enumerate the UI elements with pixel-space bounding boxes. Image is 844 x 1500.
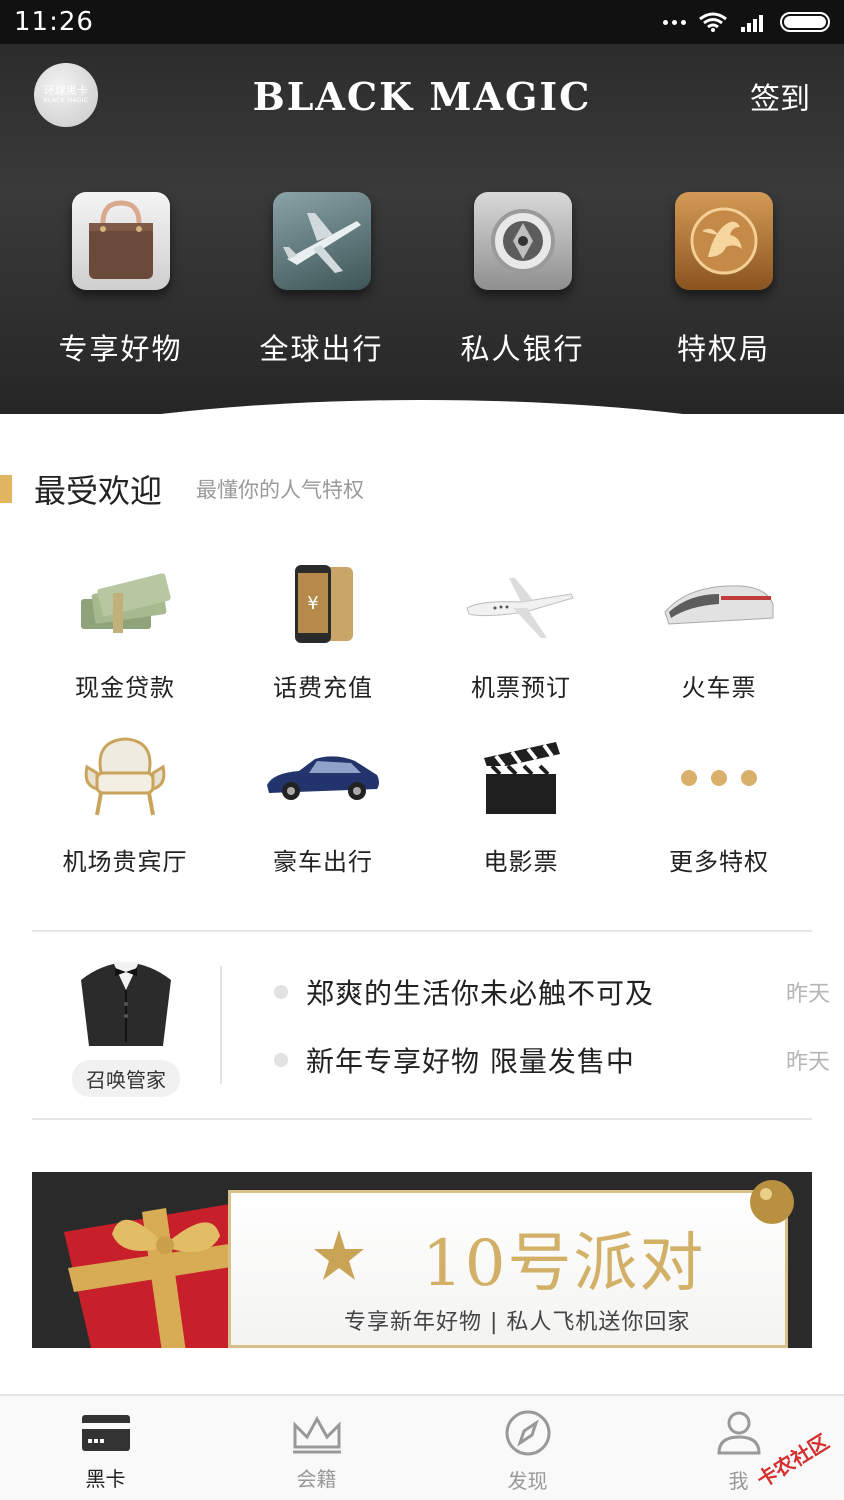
tab-label: 会籍: [296, 1466, 337, 1491]
grid-item-label: 机票预订: [471, 674, 571, 702]
grid-item-luxury-car[interactable]: 豪车出行: [224, 730, 422, 882]
clapperboard-icon: [461, 730, 581, 826]
jet-icon: [461, 556, 581, 652]
grid-item-label: 电影票: [483, 848, 559, 876]
category-global-travel[interactable]: 全球出行: [221, 192, 422, 368]
banner-title: 10号派对: [422, 1227, 706, 1301]
grid-item-label: 豪车出行: [273, 848, 373, 876]
train-icon: [659, 556, 779, 652]
category-label: 特权局: [676, 332, 770, 366]
section-header-popular: 最受欢迎 最懂你的人气特权: [0, 466, 844, 512]
butler-card[interactable]: 召唤管家: [58, 950, 194, 1106]
wifi-icon: [699, 12, 727, 32]
category-privilege-bureau[interactable]: 特权局: [623, 192, 824, 368]
grid-item-phone-recharge[interactable]: ¥ 话费充值: [224, 556, 422, 708]
tuxedo-icon: [81, 962, 171, 1046]
grid-item-train-ticket[interactable]: 火车票: [620, 556, 818, 708]
news-text: 新年专享好物 限量发售中: [306, 1045, 635, 1078]
grid-item-label: 机场贵宾厅: [62, 848, 188, 876]
tab-label: 发现: [507, 1468, 548, 1493]
header-hero: 环球黑卡 BLACK MAGIC BLACK MAGIC 签到 专享好物 全球出…: [0, 44, 844, 414]
more-dots-icon: [659, 730, 779, 826]
grid-item-movie-ticket[interactable]: 电影票: [422, 730, 620, 882]
popular-grid: 现金贷款 ¥ 话费充值 机票预订 火车票 机场贵宾厅 豪车出行 电影票 更多特权: [26, 556, 818, 882]
signal-icon: [741, 15, 763, 32]
grid-item-label: 更多特权: [669, 848, 769, 876]
grid-item-vip-lounge[interactable]: 机场贵宾厅: [26, 730, 224, 882]
star-icon: [314, 1230, 364, 1280]
hero-curve-divider: [0, 400, 844, 414]
vertical-divider: [220, 966, 222, 1084]
checkin-button[interactable]: 签到: [750, 74, 810, 118]
airplane-icon: [272, 192, 371, 290]
vault-icon: [473, 192, 572, 290]
tab-discover[interactable]: 发现: [422, 1396, 633, 1500]
battery-icon: [780, 12, 830, 32]
car-icon: [263, 730, 383, 826]
more-dots-status-icon: [663, 19, 686, 25]
user-icon: [716, 1411, 761, 1454]
armchair-icon: [65, 730, 185, 826]
dragon-emblem-icon: [674, 192, 773, 290]
news-text: 郑爽的生活你未必触不可及: [306, 977, 655, 1010]
category-label: 全球出行: [259, 332, 384, 366]
divider: [32, 930, 812, 932]
category-row: 专享好物 全球出行 私人银行 特权局: [20, 192, 824, 368]
cash-icon: [65, 556, 185, 652]
tab-label: 我: [728, 1468, 749, 1493]
status-bar: 11:26: [0, 0, 844, 44]
section-title: 最受欢迎: [34, 472, 163, 510]
tab-membership[interactable]: 会籍: [211, 1396, 422, 1500]
svg-text:¥: ¥: [307, 593, 318, 614]
grid-item-flight-booking[interactable]: 机票预订: [422, 556, 620, 708]
section-subtitle: 最懂你的人气特权: [196, 478, 365, 502]
status-time: 11:26: [14, 7, 94, 37]
news-item[interactable]: 新年专享好物 限量发售中 昨天: [274, 1040, 830, 1080]
grid-item-label: 话费充值: [273, 674, 373, 702]
divider: [32, 1118, 812, 1120]
category-private-bank[interactable]: 私人银行: [422, 192, 623, 368]
category-label: 私人银行: [460, 332, 585, 366]
handbag-icon: [71, 192, 170, 290]
crown-icon: [292, 1415, 341, 1453]
compass-icon: [505, 1410, 550, 1455]
bullet-icon: [274, 1053, 288, 1067]
grid-item-label: 火车票: [681, 674, 757, 702]
status-icons: [663, 11, 830, 33]
promo-banner[interactable]: 10号派对 专享新年好物 | 私人飞机送你回家: [32, 1172, 812, 1348]
phone-icon: ¥: [263, 556, 383, 652]
gold-ornament-icon: [750, 1180, 794, 1224]
bottom-tab-bar: 黑卡 会籍 发现 我 卡农社区: [0, 1394, 844, 1500]
tab-black-card[interactable]: 黑卡: [0, 1396, 211, 1500]
grid-item-more-privileges[interactable]: 更多特权: [620, 730, 818, 882]
tab-label: 黑卡: [85, 1466, 126, 1491]
grid-item-label: 现金贷款: [75, 674, 175, 702]
banner-subtitle: 专享新年好物 | 私人飞机送你回家: [344, 1310, 691, 1335]
brand-title: BLACK MAGIC: [252, 74, 592, 119]
card-icon: [81, 1414, 130, 1451]
news-item[interactable]: 郑爽的生活你未必触不可及 昨天: [274, 972, 830, 1012]
grid-item-cash-loan[interactable]: 现金贷款: [26, 556, 224, 708]
section-accent-bar: [0, 475, 12, 503]
category-exclusive-goods[interactable]: 专享好物: [20, 192, 221, 368]
summon-butler-button[interactable]: 召唤管家: [72, 1060, 180, 1097]
category-label: 专享好物: [58, 332, 183, 366]
news-time: 昨天: [785, 982, 830, 1007]
news-time: 昨天: [785, 1050, 830, 1075]
bullet-icon: [274, 985, 288, 999]
